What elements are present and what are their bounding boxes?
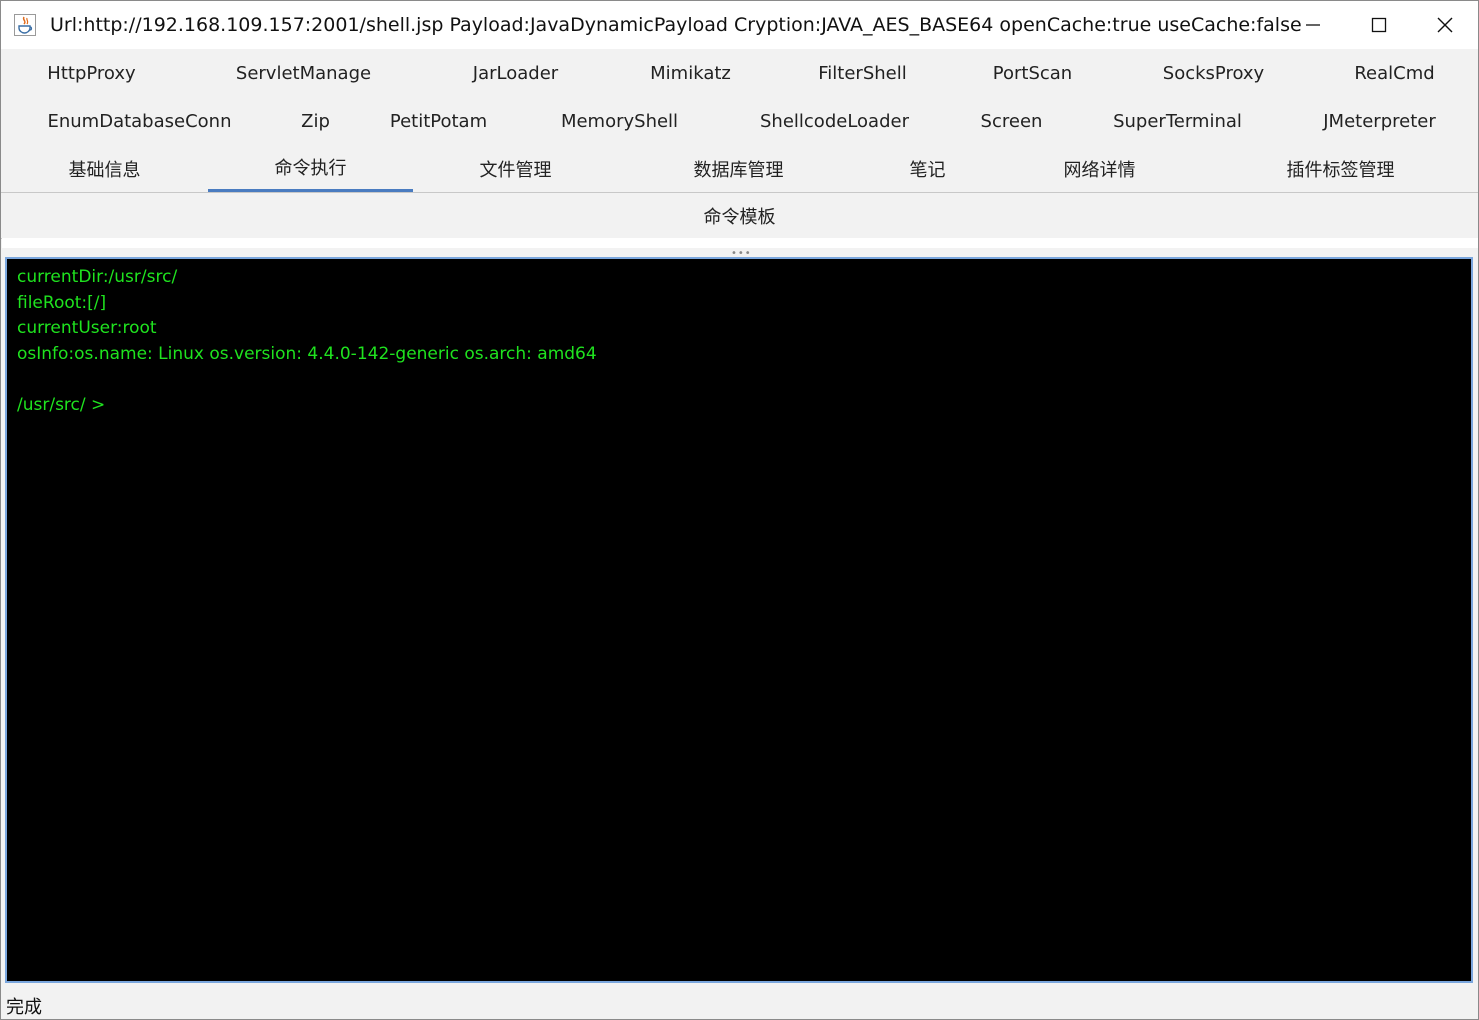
command-template-button[interactable]: 命令模板 xyxy=(1,192,1478,239)
template-pane xyxy=(2,238,1478,248)
split-pane-divider[interactable]: ••• xyxy=(1,248,1478,259)
tab-network-details[interactable]: 网络详情 xyxy=(1019,145,1180,193)
status-bar: 完成 xyxy=(1,989,1478,1019)
command-console[interactable]: currentDir:/usr/src/ fileRoot:[/] curren… xyxy=(5,257,1473,983)
status-text: 完成 xyxy=(6,997,42,1018)
tab-filtershell[interactable]: FilterShell xyxy=(778,49,947,97)
tab-enumdatabaseconn[interactable]: EnumDatabaseConn xyxy=(34,97,245,145)
java-icon xyxy=(14,14,36,36)
tab-jmeterpreter[interactable]: JMeterpreter xyxy=(1299,97,1460,145)
console-line: osInfo:os.name: Linux os.version: 4.4.0-… xyxy=(17,343,597,364)
main-tab-row: 基础信息 命令执行 文件管理 数据库管理 笔记 网络详情 插件标签管理 xyxy=(1,145,1478,193)
console-prompt[interactable]: /usr/src/ > xyxy=(17,393,1461,419)
console-line: currentUser:root xyxy=(17,318,157,339)
maximize-button[interactable] xyxy=(1346,1,1412,49)
tab-socksproxy[interactable]: SocksProxy xyxy=(1129,49,1298,97)
window-title: Url:http://192.168.109.157:2001/shell.js… xyxy=(50,14,1302,36)
tab-jarloader[interactable]: JarLoader xyxy=(425,49,606,97)
tab-zip[interactable]: Zip xyxy=(265,97,366,145)
tab-realcmd[interactable]: RealCmd xyxy=(1314,49,1475,97)
tab-portscan[interactable]: PortScan xyxy=(952,49,1113,97)
maximize-icon xyxy=(1371,17,1387,33)
tab-database-manager[interactable]: 数据库管理 xyxy=(638,145,839,193)
tab-notes[interactable]: 笔记 xyxy=(847,145,1008,193)
tab-file-manager[interactable]: 文件管理 xyxy=(413,145,618,193)
tab-screen[interactable]: Screen xyxy=(961,97,1062,145)
tab-mimikatz[interactable]: Mimikatz xyxy=(610,49,771,97)
plugin-tab-row-2: EnumDatabaseConn Zip PetitPotam MemorySh… xyxy=(1,97,1478,145)
tab-command-exec[interactable]: 命令执行 xyxy=(208,145,413,193)
shell-window: Url:http://192.168.109.157:2001/shell.js… xyxy=(0,0,1479,1020)
tab-plugin-tag-manager[interactable]: 插件标签管理 xyxy=(1250,145,1431,193)
tab-memoryshell[interactable]: MemoryShell xyxy=(539,97,700,145)
console-line: fileRoot:[/] xyxy=(17,292,107,313)
tab-servletmanage[interactable]: ServletManage xyxy=(203,49,404,97)
minimize-icon xyxy=(1306,24,1320,26)
close-button[interactable] xyxy=(1412,1,1478,49)
tab-basic-info[interactable]: 基础信息 xyxy=(3,145,206,193)
tab-httpproxy[interactable]: HttpProxy xyxy=(1,49,182,97)
close-icon xyxy=(1437,17,1453,33)
title-bar[interactable]: Url:http://192.168.109.157:2001/shell.js… xyxy=(1,1,1478,49)
tab-shellcodeloader[interactable]: ShellcodeLoader xyxy=(734,97,935,145)
console-line: currentDir:/usr/src/ xyxy=(17,267,178,287)
plugin-tab-row-1: HttpProxy ServletManage JarLoader Mimika… xyxy=(1,49,1478,97)
tab-superterminal[interactable]: SuperTerminal xyxy=(1092,97,1263,145)
tab-petitpotam[interactable]: PetitPotam xyxy=(374,97,503,145)
minimize-button[interactable] xyxy=(1280,1,1346,49)
